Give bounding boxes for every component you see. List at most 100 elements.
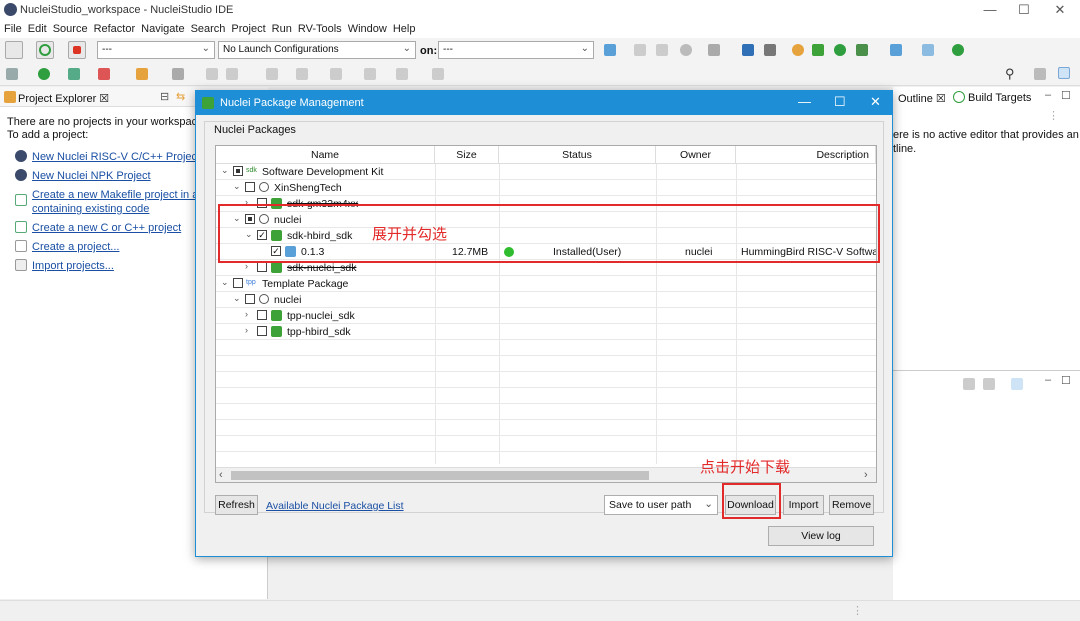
package-icon[interactable] [834,44,846,56]
dialog-maximize-button[interactable]: ☐ [834,94,846,110]
row-checkbox[interactable] [245,294,255,304]
new-icon[interactable] [604,44,616,56]
new-riscv-project-link[interactable]: New Nuclei RISC-V C/C++ Project [32,151,200,163]
chevron-down-icon[interactable]: ⌄ [233,293,241,304]
debug-last-icon[interactable] [68,68,80,80]
available-package-list-link[interactable]: Available Nuclei Package List [266,500,404,512]
tools-icon[interactable] [792,44,804,56]
table-row[interactable]: ⌄ tpp Template Package [216,276,876,292]
download-button[interactable]: Download [725,495,776,515]
tab-outline[interactable]: Outline ☒ [898,92,946,105]
column-header-description[interactable]: Description [736,146,876,164]
row-checkbox[interactable] [257,326,267,336]
view-menu-icon[interactable]: ⋮ [1048,109,1059,122]
chevron-down-icon[interactable]: ⌄ [221,165,229,176]
menu-search[interactable]: Search [191,20,232,38]
menu-file[interactable]: File [4,20,28,38]
close-window-button[interactable]: ✕ [1050,2,1070,18]
launch-config-select[interactable]: No Launch Configurations ⌄ [218,41,416,59]
minimize-view-icon[interactable]: ‒ [1045,89,1051,101]
chevron-right-icon[interactable]: › [245,309,248,319]
table-row[interactable]: ⌄ sdk Software Development Kit [216,164,876,180]
next-annotation-icon[interactable] [266,68,278,80]
scrollbar-thumb[interactable] [231,471,649,480]
edit-icon[interactable] [172,68,184,80]
menu-edit[interactable]: Edit [28,20,53,38]
minimize-button[interactable]: — [980,2,1000,18]
open-perspective-icon[interactable] [1034,68,1046,80]
chevron-down-icon[interactable]: ⌄ [221,277,229,288]
menu-source[interactable]: Source [53,20,94,38]
dialog-minimize-button[interactable]: — [798,94,811,109]
save-all-icon[interactable] [656,44,668,56]
maximize-view-icon[interactable]: ☐ [1061,89,1071,102]
row-checkbox[interactable] [245,182,255,192]
import-button[interactable]: Import [783,495,824,515]
maximize-view-icon[interactable]: ☐ [1061,374,1071,387]
menu-rv-tools[interactable]: RV-Tools [298,20,348,38]
table-row[interactable]: ⌄ XinShengTech [216,180,876,196]
menu-help[interactable]: Help [393,20,422,38]
column-header-status[interactable]: Status [499,146,656,164]
last-edit-icon[interactable] [330,68,342,80]
menu-project[interactable]: Project [231,20,271,38]
chevron-down-icon[interactable]: ⌄ [233,181,241,192]
new-project-icon[interactable] [856,44,868,56]
refresh-button[interactable]: Refresh [215,495,258,515]
forward-icon[interactable] [396,68,408,80]
table-row[interactable]: › tpp-nuclei_sdk [216,308,876,324]
launch-target-select[interactable]: --- ⌄ [438,41,594,59]
settings-icon[interactable] [680,44,692,56]
database-icon[interactable] [812,44,824,56]
pin-editor-icon[interactable] [432,68,444,80]
scroll-right-icon[interactable]: › [864,469,868,481]
save-icon[interactable] [634,44,646,56]
menu-refactor[interactable]: Refactor [94,20,142,38]
tab-build-targets[interactable]: Build Targets [968,92,1031,104]
format-icon[interactable] [226,68,238,80]
search-icon[interactable]: ⚲ [1005,66,1015,82]
maximize-button[interactable]: ☐ [1014,2,1034,18]
column-header-size[interactable]: Size [435,146,499,164]
display-icon[interactable] [983,378,995,390]
build-hammer-icon[interactable] [5,41,23,59]
stop-icon[interactable] [68,41,86,59]
new-c-project-link[interactable]: Create a new C or C++ project [32,222,181,234]
view-log-button[interactable]: View log [768,526,874,546]
create-project-link[interactable]: Create a project... [32,241,119,253]
save-path-select[interactable]: Save to user path ⌄ [604,495,718,515]
table-row[interactable]: ⌄ nuclei [216,292,876,308]
launch-mode-select[interactable]: --- ⌄ [97,41,215,59]
open-file-icon[interactable] [922,44,934,56]
tool-icon[interactable] [708,44,720,56]
row-checkbox[interactable] [233,278,243,288]
c-perspective-icon[interactable] [1058,67,1070,79]
pin-icon[interactable] [6,68,18,80]
toggle-icon[interactable] [206,68,218,80]
row-checkbox[interactable] [257,310,267,320]
run-icon[interactable] [36,41,54,59]
new-console-icon[interactable] [1011,378,1023,390]
dialog-close-button[interactable]: ✕ [870,94,881,110]
tab-project-explorer[interactable]: Project Explorer ☒ [18,92,109,105]
debug-icon[interactable] [764,44,776,56]
external-tools-icon[interactable] [952,44,964,56]
console-icon[interactable] [963,378,975,390]
minimize-view-icon[interactable]: ‒ [1045,374,1051,386]
remove-button[interactable]: Remove [829,495,874,515]
import-projects-link[interactable]: Import projects... [32,260,114,272]
table-row[interactable]: › tpp-hbird_sdk [216,324,876,340]
row-checkbox[interactable] [233,166,243,176]
new-npk-project-link[interactable]: New Nuclei NPK Project [32,170,151,182]
perspective-icon[interactable] [890,44,902,56]
menu-navigate[interactable]: Navigate [141,20,190,38]
scroll-left-icon[interactable]: ‹ [219,469,223,481]
menu-window[interactable]: Window [348,20,393,38]
existing-code-link[interactable]: containing existing code [32,203,149,215]
chevron-right-icon[interactable]: › [245,325,248,335]
column-header-owner[interactable]: Owner [656,146,736,164]
menu-run[interactable]: Run [272,20,298,38]
terminal-icon[interactable] [742,44,754,56]
row-checkbox[interactable] [257,262,267,272]
collapse-all-icon[interactable]: ⊟ [160,90,169,103]
